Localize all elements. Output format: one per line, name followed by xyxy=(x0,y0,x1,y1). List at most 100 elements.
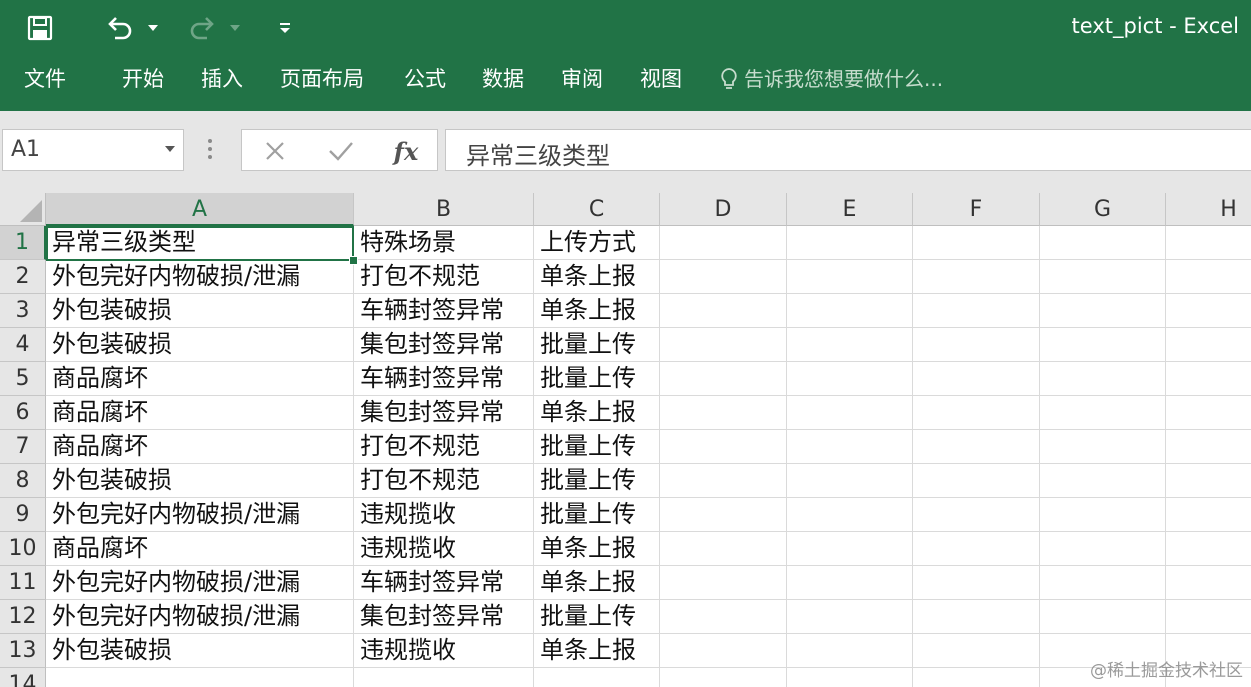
cell-d12[interactable] xyxy=(660,600,787,634)
cell-g9[interactable] xyxy=(1040,498,1166,532)
cell-e9[interactable] xyxy=(787,498,913,532)
cell-h10[interactable] xyxy=(1166,532,1251,566)
cell-d5[interactable] xyxy=(660,362,787,396)
cell-f5[interactable] xyxy=(913,362,1040,396)
cell-e7[interactable] xyxy=(787,430,913,464)
select-all-button[interactable] xyxy=(0,193,46,226)
cell-g8[interactable] xyxy=(1040,464,1166,498)
cell-b9[interactable]: 违规揽收 xyxy=(354,498,534,532)
cell-c9[interactable]: 批量上传 xyxy=(534,498,660,532)
cell-d4[interactable] xyxy=(660,328,787,362)
row-header-4[interactable]: 4 xyxy=(0,328,46,362)
cell-b2[interactable]: 打包不规范 xyxy=(354,260,534,294)
row-header-7[interactable]: 7 xyxy=(0,430,46,464)
column-header-d[interactable]: D xyxy=(660,193,787,226)
cell-e4[interactable] xyxy=(787,328,913,362)
cell-h11[interactable] xyxy=(1166,566,1251,600)
cell-d1[interactable] xyxy=(660,226,787,260)
cell-c13[interactable]: 单条上报 xyxy=(534,634,660,668)
tell-me-search[interactable]: 告诉我您想要做什么... xyxy=(720,66,943,92)
cell-h1[interactable] xyxy=(1166,226,1251,260)
cell-c4[interactable]: 批量上传 xyxy=(534,328,660,362)
column-header-e[interactable]: E xyxy=(787,193,913,226)
cell-b6[interactable]: 集包封签异常 xyxy=(354,396,534,430)
row-header-9[interactable]: 9 xyxy=(0,498,46,532)
cell-a2[interactable]: 外包完好内物破损/泄漏 xyxy=(46,260,354,294)
cell-c12[interactable]: 批量上传 xyxy=(534,600,660,634)
cell-e2[interactable] xyxy=(787,260,913,294)
cell-e11[interactable] xyxy=(787,566,913,600)
column-header-a[interactable]: A xyxy=(46,193,354,226)
cell-g11[interactable] xyxy=(1040,566,1166,600)
row-header-11[interactable]: 11 xyxy=(0,566,46,600)
tab-home[interactable]: 开始 xyxy=(122,66,164,92)
cell-e6[interactable] xyxy=(787,396,913,430)
cell-c10[interactable]: 单条上报 xyxy=(534,532,660,566)
cell-b4[interactable]: 集包封签异常 xyxy=(354,328,534,362)
row-header-8[interactable]: 8 xyxy=(0,464,46,498)
column-header-g[interactable]: G xyxy=(1040,193,1166,226)
tab-formulas[interactable]: 公式 xyxy=(404,66,446,92)
row-header-12[interactable]: 12 xyxy=(0,600,46,634)
undo-dropdown-icon[interactable] xyxy=(144,10,162,46)
cell-e1[interactable] xyxy=(787,226,913,260)
row-header-14[interactable]: 14 xyxy=(0,668,46,687)
row-header-3[interactable]: 3 xyxy=(0,294,46,328)
cell-d13[interactable] xyxy=(660,634,787,668)
resize-grip-icon[interactable] xyxy=(208,139,212,163)
cell-g1[interactable] xyxy=(1040,226,1166,260)
cell-h7[interactable] xyxy=(1166,430,1251,464)
cell-f10[interactable] xyxy=(913,532,1040,566)
cell-d7[interactable] xyxy=(660,430,787,464)
cell-f2[interactable] xyxy=(913,260,1040,294)
cell-f11[interactable] xyxy=(913,566,1040,600)
cell-g4[interactable] xyxy=(1040,328,1166,362)
column-header-f[interactable]: F xyxy=(913,193,1040,226)
cell-f13[interactable] xyxy=(913,634,1040,668)
cell-b11[interactable]: 车辆封签异常 xyxy=(354,566,534,600)
cell-a10[interactable]: 商品腐坏 xyxy=(46,532,354,566)
cell-f3[interactable] xyxy=(913,294,1040,328)
row-header-2[interactable]: 2 xyxy=(0,260,46,294)
name-box[interactable]: A1 xyxy=(2,129,184,171)
row-header-13[interactable]: 13 xyxy=(0,634,46,668)
cell-e8[interactable] xyxy=(787,464,913,498)
cell-a4[interactable]: 外包装破损 xyxy=(46,328,354,362)
cell-g3[interactable] xyxy=(1040,294,1166,328)
cell-c14[interactable] xyxy=(534,668,660,687)
cell-d2[interactable] xyxy=(660,260,787,294)
check-icon[interactable] xyxy=(324,136,358,166)
cell-h5[interactable] xyxy=(1166,362,1251,396)
cell-b3[interactable]: 车辆封签异常 xyxy=(354,294,534,328)
fill-handle[interactable] xyxy=(349,256,358,265)
cell-d14[interactable] xyxy=(660,668,787,687)
cell-a13[interactable]: 外包装破损 xyxy=(46,634,354,668)
cell-g5[interactable] xyxy=(1040,362,1166,396)
cell-f4[interactable] xyxy=(913,328,1040,362)
cell-h6[interactable] xyxy=(1166,396,1251,430)
cell-f6[interactable] xyxy=(913,396,1040,430)
cell-b12[interactable]: 集包封签异常 xyxy=(354,600,534,634)
cell-e10[interactable] xyxy=(787,532,913,566)
redo-icon[interactable] xyxy=(182,10,222,46)
cell-a8[interactable]: 外包装破损 xyxy=(46,464,354,498)
column-header-c[interactable]: C xyxy=(534,193,660,226)
cell-b13[interactable]: 违规揽收 xyxy=(354,634,534,668)
cell-e14[interactable] xyxy=(787,668,913,687)
cell-c3[interactable]: 单条上报 xyxy=(534,294,660,328)
column-header-h[interactable]: H xyxy=(1166,193,1251,226)
cell-e13[interactable] xyxy=(787,634,913,668)
cell-c11[interactable]: 单条上报 xyxy=(534,566,660,600)
cell-a3[interactable]: 外包装破损 xyxy=(46,294,354,328)
cell-d9[interactable] xyxy=(660,498,787,532)
cell-a14[interactable] xyxy=(46,668,354,687)
undo-icon[interactable] xyxy=(100,10,140,46)
cell-f14[interactable] xyxy=(913,668,1040,687)
cell-e5[interactable] xyxy=(787,362,913,396)
name-box-dropdown-icon[interactable] xyxy=(165,146,175,152)
save-icon[interactable] xyxy=(22,10,58,46)
tab-view[interactable]: 视图 xyxy=(640,66,682,92)
column-header-b[interactable]: B xyxy=(354,193,534,226)
cell-h9[interactable] xyxy=(1166,498,1251,532)
cell-h12[interactable] xyxy=(1166,600,1251,634)
